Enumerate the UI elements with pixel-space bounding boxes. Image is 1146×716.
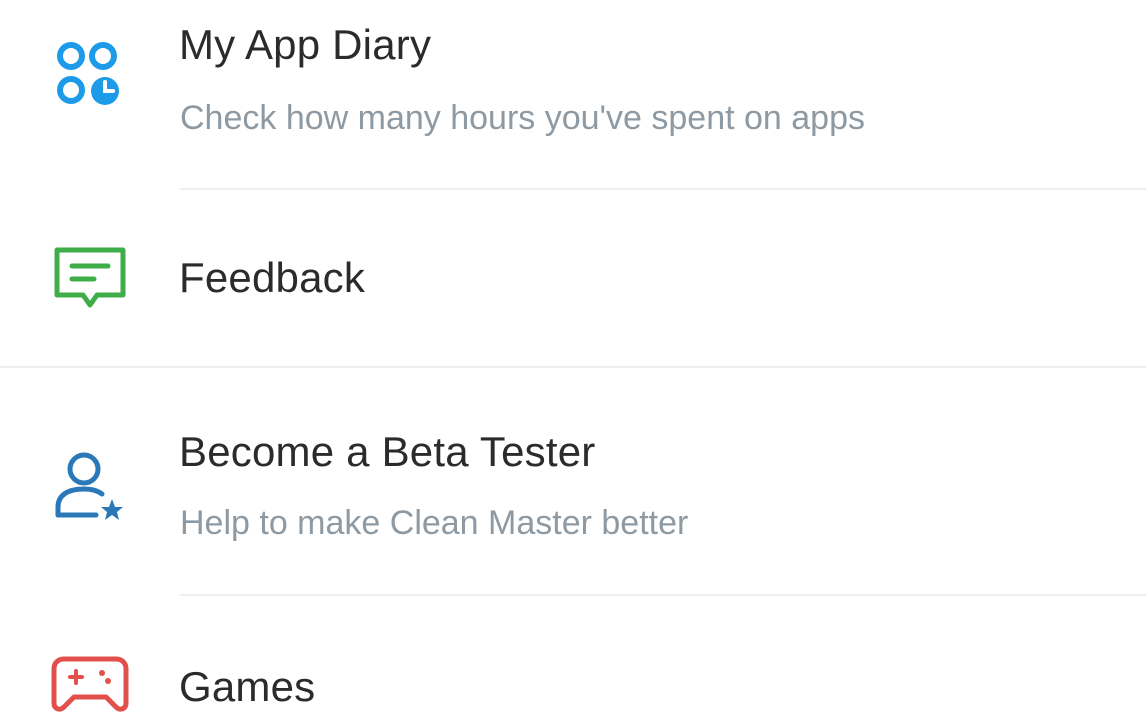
- menu-item-subtitle: Help to make Clean Master better: [180, 504, 689, 542]
- menu-item-beta-tester[interactable]: Become a Beta Tester Help to make Clean …: [0, 368, 1146, 594]
- beta-tester-icon: [48, 443, 132, 527]
- menu-item-games[interactable]: Games: [0, 596, 1146, 716]
- menu-item-my-app-diary[interactable]: My App Diary Check how many hours you've…: [0, 0, 1146, 188]
- gamepad-icon: [48, 642, 132, 716]
- menu-item-title: Games: [179, 663, 316, 710]
- menu-item-title: My App Diary: [179, 21, 432, 68]
- menu-item-subtitle: Check how many hours you've spent on app…: [180, 99, 865, 137]
- settings-menu: My App Diary Check how many hours you've…: [0, 0, 1146, 716]
- menu-item-title: Become a Beta Tester: [179, 428, 596, 475]
- menu-item-feedback[interactable]: Feedback: [0, 190, 1146, 366]
- feedback-icon: [48, 237, 132, 321]
- menu-item-title: Feedback: [179, 254, 366, 301]
- app-diary-icon: [48, 34, 132, 118]
